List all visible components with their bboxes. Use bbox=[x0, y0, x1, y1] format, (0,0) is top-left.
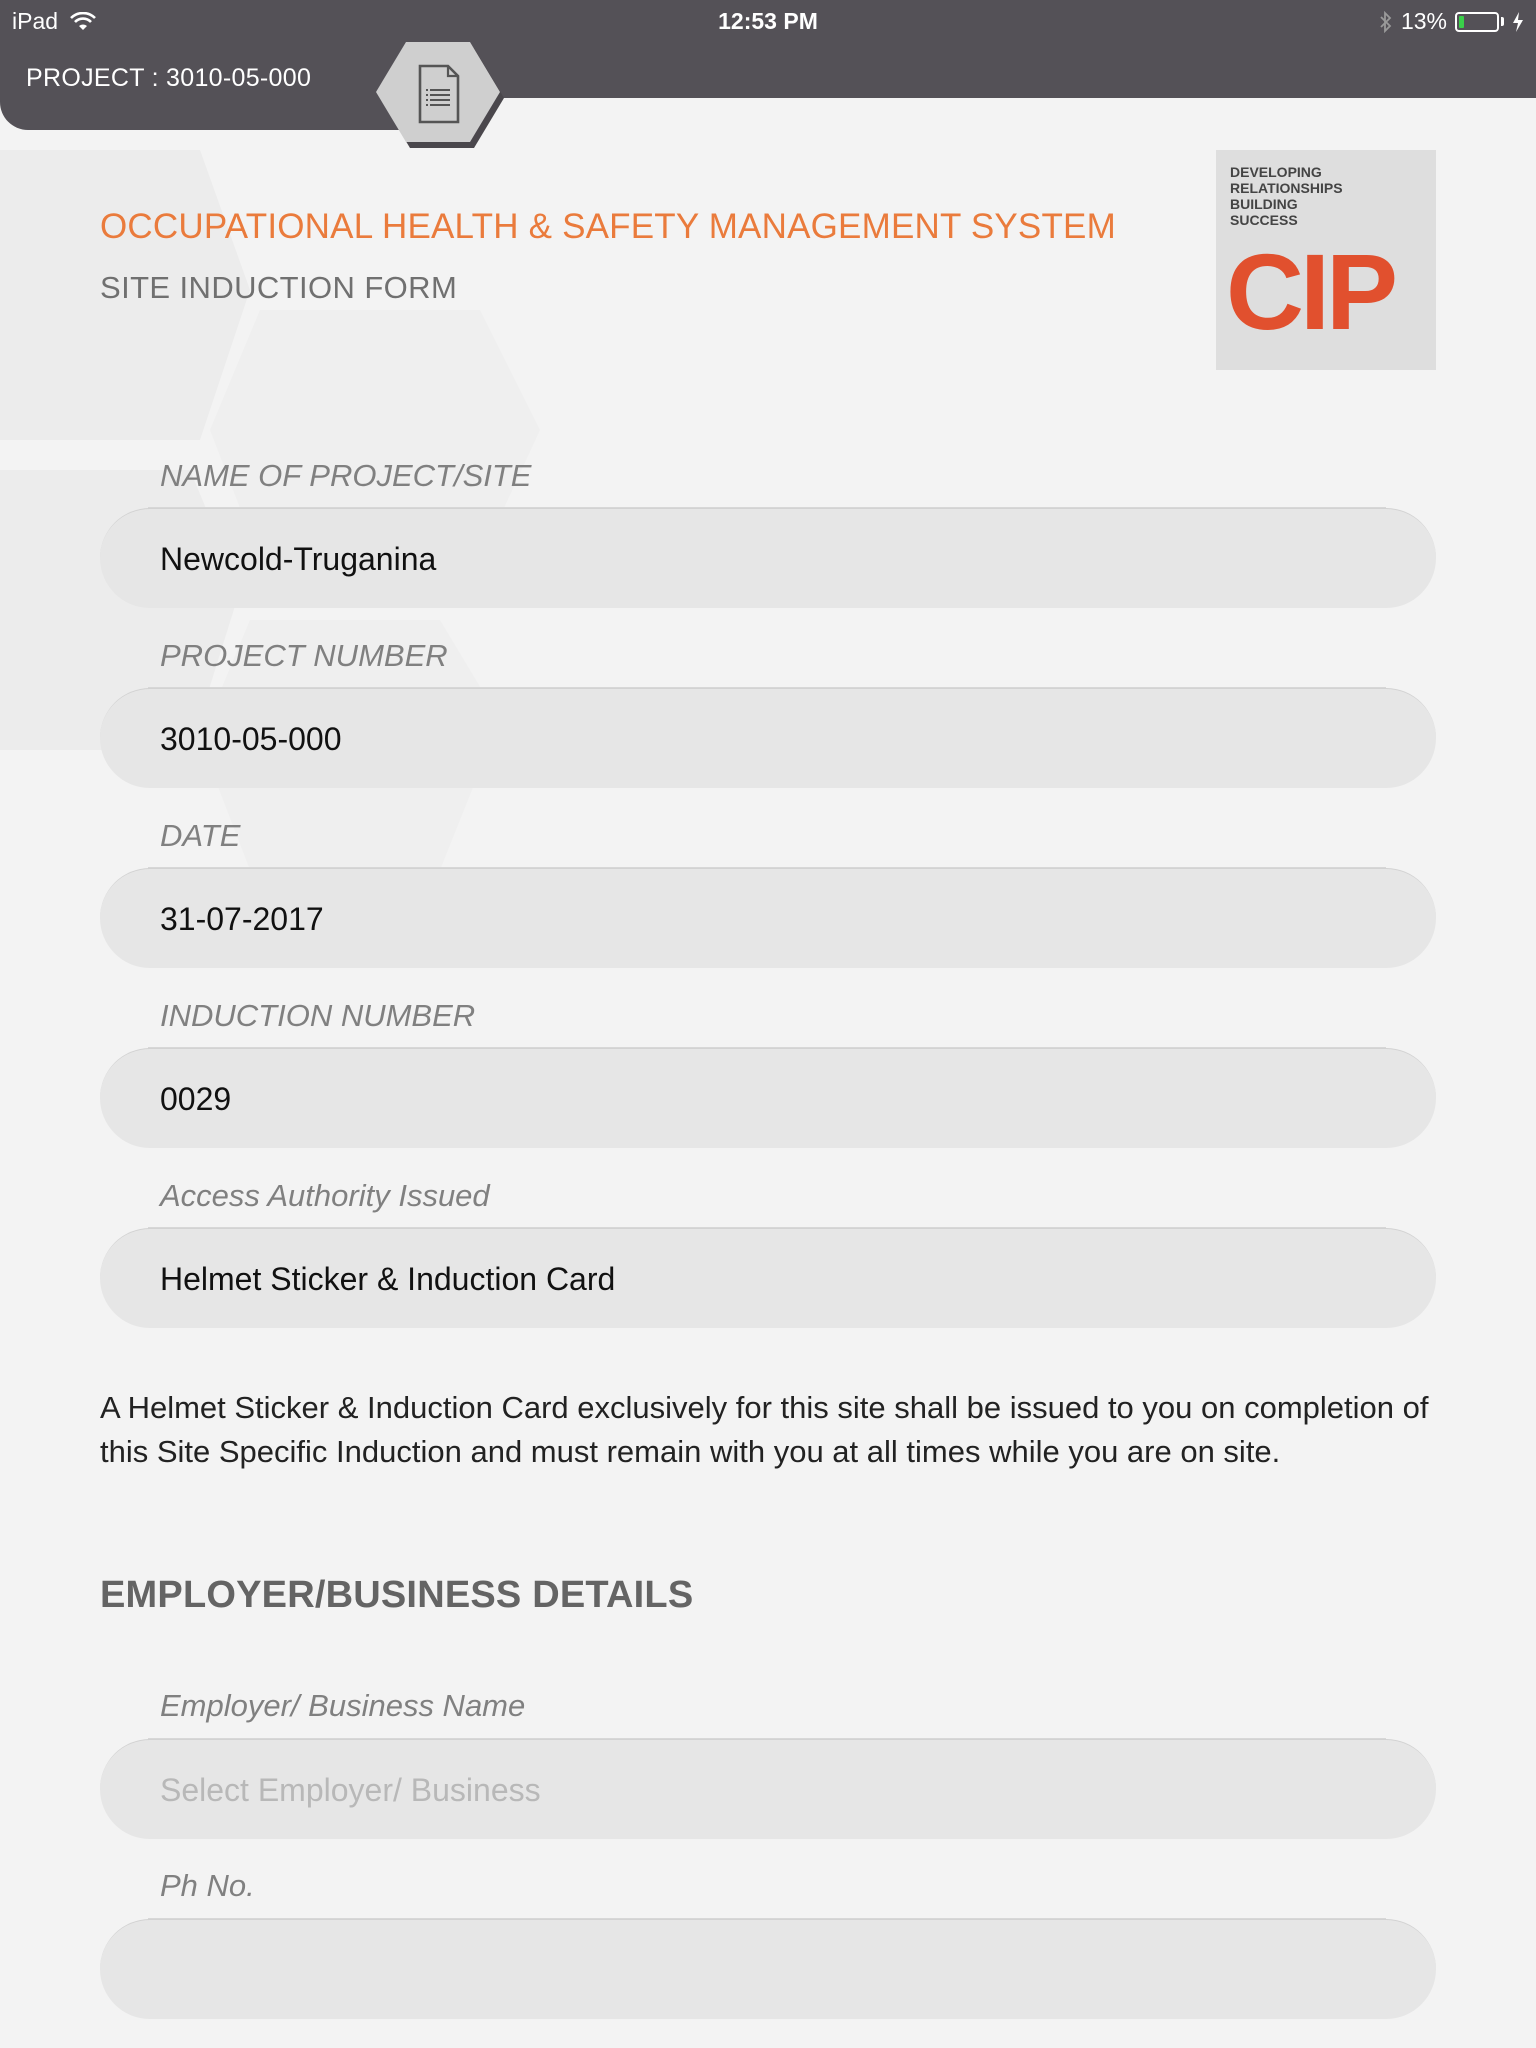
phone-field[interactable] bbox=[100, 1919, 1436, 2019]
project-site-field[interactable]: Newcold-Truganina bbox=[100, 508, 1436, 608]
project-site-label: NAME OF PROJECT/SITE bbox=[160, 458, 532, 493]
cip-logo: DEVELOPING RELATIONSHIPS BUILDING SUCCES… bbox=[1216, 150, 1436, 370]
access-authority-value: Helmet Sticker & Induction Card bbox=[160, 1261, 616, 1297]
date-label: DATE bbox=[160, 818, 241, 853]
battery-nub bbox=[1501, 17, 1504, 26]
form-subtitle: SITE INDUCTION FORM bbox=[100, 270, 458, 305]
status-time: 12:53 PM bbox=[718, 8, 818, 34]
induction-notice: A Helmet Sticker & Induction Card exclus… bbox=[100, 1390, 1429, 1469]
date-value: 31-07-2017 bbox=[160, 901, 324, 937]
battery-percent: 13% bbox=[1400, 8, 1447, 34]
status-bar: iPad 12:53 PM 13% bbox=[0, 0, 1536, 42]
logo-tagline: DEVELOPING RELATIONSHIPS BUILDING SUCCES… bbox=[1230, 164, 1343, 228]
battery-icon bbox=[1455, 11, 1499, 32]
employer-name-label: Employer/ Business Name bbox=[160, 1688, 526, 1723]
employer-name-placeholder: Select Employer/ Business bbox=[160, 1772, 541, 1808]
bluetooth-icon bbox=[1380, 10, 1392, 33]
date-field[interactable]: 31-07-2017 bbox=[100, 868, 1436, 968]
phone-label: Ph No. bbox=[160, 1868, 255, 1903]
project-number-label: PROJECT NUMBER bbox=[160, 638, 448, 673]
logo-wordmark: CIP bbox=[1226, 231, 1398, 352]
charging-bolt-icon bbox=[1513, 11, 1523, 32]
access-authority-label: Access Authority Issued bbox=[160, 1178, 490, 1213]
battery-level bbox=[1459, 15, 1464, 28]
employer-name-field[interactable]: Select Employer/ Business bbox=[100, 1739, 1436, 1839]
document-menu-button[interactable] bbox=[376, 40, 506, 152]
employer-section-heading: EMPLOYER/BUSINESS DETAILS bbox=[100, 1574, 694, 1616]
project-label: PROJECT : 3010-05-000 bbox=[26, 64, 312, 92]
access-authority-field[interactable]: Helmet Sticker & Induction Card bbox=[100, 1228, 1436, 1328]
induction-number-field[interactable]: 0029 bbox=[100, 1048, 1436, 1148]
induction-number-label: INDUCTION NUMBER bbox=[160, 998, 476, 1033]
project-site-value: Newcold-Truganina bbox=[160, 541, 437, 577]
project-number-field[interactable]: 3010-05-000 bbox=[100, 688, 1436, 788]
induction-number-value: 0029 bbox=[160, 1081, 232, 1117]
form-title: OCCUPATIONAL HEALTH & SAFETY MANAGEMENT … bbox=[100, 207, 1116, 246]
header-tab bbox=[0, 98, 420, 130]
project-number-value: 3010-05-000 bbox=[160, 721, 342, 757]
